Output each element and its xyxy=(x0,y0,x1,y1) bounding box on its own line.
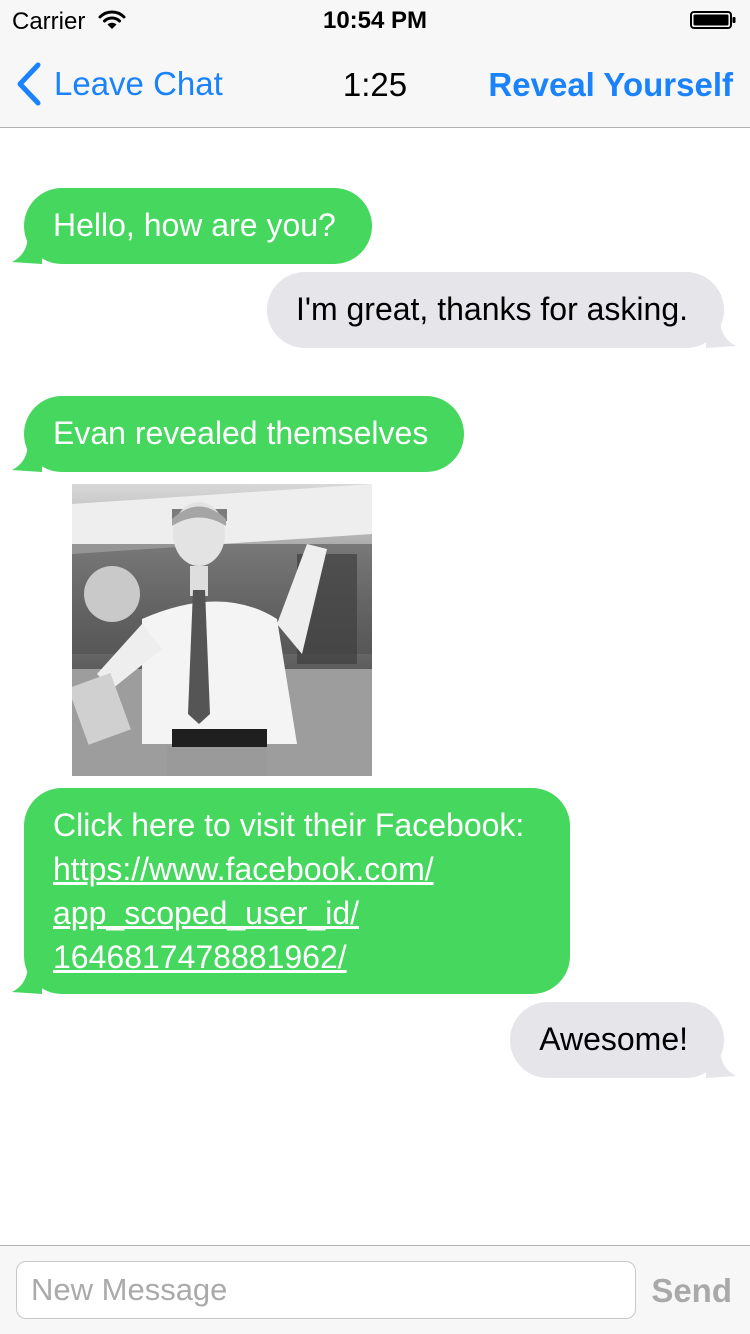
facebook-link-line-2[interactable]: app_scoped_user_id/ xyxy=(53,891,524,935)
leave-chat-button[interactable]: Leave Chat xyxy=(14,62,223,106)
message-bubble-incoming: Evan revealed themselves xyxy=(12,396,465,472)
new-message-input[interactable] xyxy=(16,1261,636,1319)
bubble-tail xyxy=(12,234,42,264)
bubble-tail xyxy=(12,442,42,472)
profile-photo-image xyxy=(72,484,372,776)
message-text: I'm great, thanks for asking. xyxy=(295,291,688,327)
profile-photo[interactable] xyxy=(72,484,372,776)
message-bubble-incoming: Click here to visit their Facebook: http… xyxy=(12,788,571,994)
message-bubble-outgoing: I'm great, thanks for asking. xyxy=(266,272,736,348)
send-button[interactable]: Send xyxy=(651,1272,732,1310)
bubble-tail xyxy=(706,318,736,348)
reveal-yourself-button[interactable]: Reveal Yourself xyxy=(488,66,733,104)
message-text: Click here to visit their Facebook: xyxy=(53,807,525,843)
message-text: Hello, how are you? xyxy=(53,207,336,243)
message-text: Awesome! xyxy=(539,1021,688,1057)
facebook-link-line-3[interactable]: 1646817478881962/ xyxy=(53,935,524,979)
message-bubble-incoming: Hello, how are you? xyxy=(12,188,372,264)
bubble-tail xyxy=(706,1048,736,1078)
message-composer: Send xyxy=(0,1245,750,1334)
leave-chat-label: Leave Chat xyxy=(54,65,223,102)
chevron-left-icon xyxy=(17,62,41,106)
navigation-bar: 1:25 Leave Chat Reveal Yourself xyxy=(0,40,750,128)
status-bar: Carrier 10:54 PM xyxy=(0,0,750,40)
facebook-link-line-1[interactable]: https://www.facebook.com/ xyxy=(53,847,524,891)
message-text: Evan revealed themselves xyxy=(53,415,429,451)
battery-icon xyxy=(690,11,736,29)
bubble-tail xyxy=(12,964,42,994)
status-time: 10:54 PM xyxy=(322,7,428,34)
message-bubble-outgoing: Awesome! xyxy=(510,1002,736,1078)
